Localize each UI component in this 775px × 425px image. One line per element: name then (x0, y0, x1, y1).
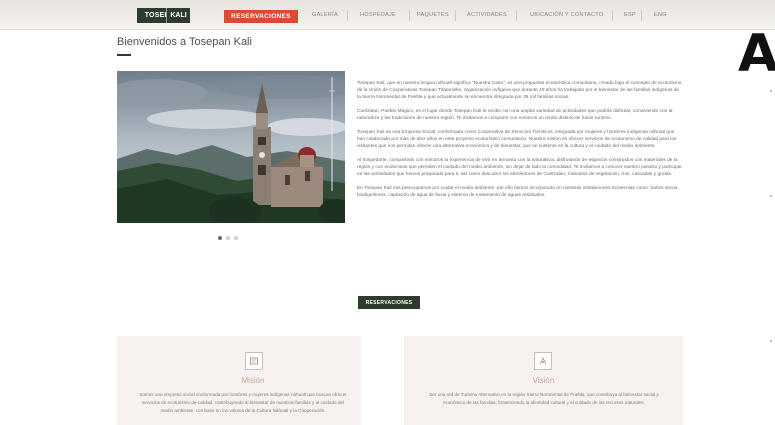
nav-item-packages[interactable]: PAQUETES (417, 12, 449, 18)
page-title: Bienvenidos a Tosepan Kali (117, 36, 252, 48)
nav-separator (641, 10, 642, 21)
reservations-button-secondary[interactable]: RESERVACIONES (358, 296, 420, 309)
card-title: Misión (241, 376, 265, 385)
top-navigation: TOSEPAN KALI RESERVACIONES GALERÍA HOSPE… (0, 0, 775, 30)
nav-item-eng[interactable]: ENG (654, 12, 667, 18)
carousel-dots (218, 236, 238, 240)
mission-card: Misión Somos una empresa social conforma… (117, 336, 361, 425)
card-text: Somos una empresa social conformada por … (139, 392, 347, 413)
intro-paragraph: Cuetzalan, Pueblo Mágico, es el lugar do… (357, 109, 673, 121)
vision-card: Visión Ser una red de Turismo Alternativ… (404, 336, 683, 425)
edge-marker (770, 195, 772, 197)
nav-separator (409, 10, 410, 21)
title-underline (117, 54, 131, 56)
logo-kali[interactable]: KALI (166, 8, 190, 23)
carousel-dot[interactable] (226, 236, 230, 240)
nav-item-activities[interactable]: ACTIVIDADES (467, 12, 507, 18)
edge-marker (770, 90, 772, 92)
intro-paragraph: Tosepan Kali, que en nuestra lengua náhu… (357, 81, 682, 100)
nav-item-contact[interactable]: UBICACIÓN Y CONTACTO (530, 12, 603, 18)
mission-icon-glyph (250, 357, 258, 365)
side-letter: A (738, 24, 775, 84)
nav-separator (455, 10, 456, 21)
nav-separator (516, 10, 517, 21)
nav-item-lodging[interactable]: HOSPEDAJE (360, 12, 396, 18)
intro-paragraph: En Tosepan Kali nos preocupamos por cuid… (357, 186, 679, 198)
intro-paragraph: Tosepan Kali es una Empresa Social, conf… (357, 130, 677, 149)
hero-image (117, 71, 345, 223)
vision-icon-glyph (539, 357, 547, 365)
nav-item-esp[interactable]: ESP (624, 12, 636, 18)
intro-text: Tosepan Kali, que en nuestra lengua náhu… (357, 80, 683, 206)
reservations-button[interactable]: RESERVACIONES (224, 10, 298, 23)
mission-icon (245, 352, 263, 370)
edge-marker (770, 340, 772, 342)
carousel-dot[interactable] (218, 236, 222, 240)
nav-separator (612, 10, 613, 21)
church-photo (117, 71, 345, 223)
carousel-dot[interactable] (234, 236, 238, 240)
card-text: Ser una red de Turismo Alternativo en la… (429, 392, 659, 405)
card-title: Visión (532, 376, 555, 385)
nav-separator (347, 10, 348, 21)
nav-item-gallery[interactable]: GALERÍA (312, 12, 338, 18)
vision-icon (534, 352, 552, 370)
intro-paragraph: Al hospedarte, compartirás con nosotros … (357, 158, 682, 177)
